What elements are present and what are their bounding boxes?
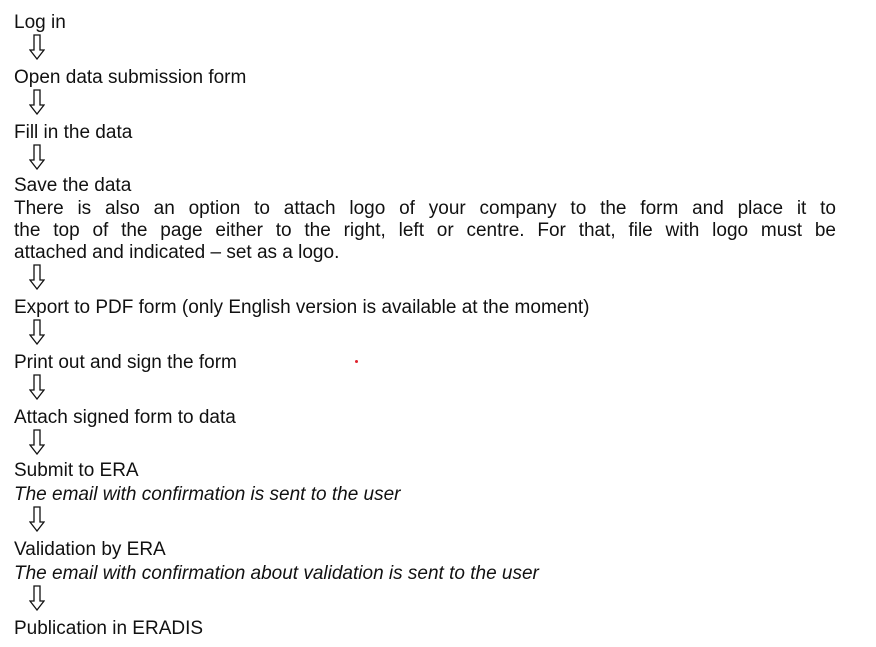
flow-document: Log in Open data submission form Fill in… [0,0,876,647]
save-note-line: attached and indicated – set as a logo. [14,242,340,263]
red-speck [355,360,358,363]
down-arrow-icon [29,144,45,170]
down-arrow-icon [29,585,45,611]
save-note-line: There is also an option to attach logo o… [14,198,836,219]
step-export-pdf: Export to PDF form (only English version… [14,297,590,318]
down-arrow-icon [29,319,45,345]
save-note-line: the top of the page either to the right,… [14,220,836,241]
down-arrow-icon [29,89,45,115]
down-arrow-icon [29,374,45,400]
step-attach-signed: Attach signed form to data [14,407,236,428]
step-validation-era: Validation by ERA [14,539,166,560]
down-arrow-icon [29,506,45,532]
down-arrow-icon [29,264,45,290]
step-submit-era: Submit to ERA [14,460,139,481]
step-print-sign: Print out and sign the form [14,352,237,373]
step-publication-eradis: Publication in ERADIS [14,618,204,639]
submit-note: The email with confirmation is sent to t… [14,484,401,505]
down-arrow-icon [29,429,45,455]
save-note-paragraph: There is also an option to attach logo o… [14,198,836,264]
validation-note: The email with confirmation about valida… [14,563,539,584]
down-arrow-icon [29,34,45,60]
step-save-data: Save the data [14,175,132,196]
step-fill-data: Fill in the data [14,122,133,143]
step-log-in: Log in [14,12,66,33]
step-open-form: Open data submission form [14,67,247,88]
